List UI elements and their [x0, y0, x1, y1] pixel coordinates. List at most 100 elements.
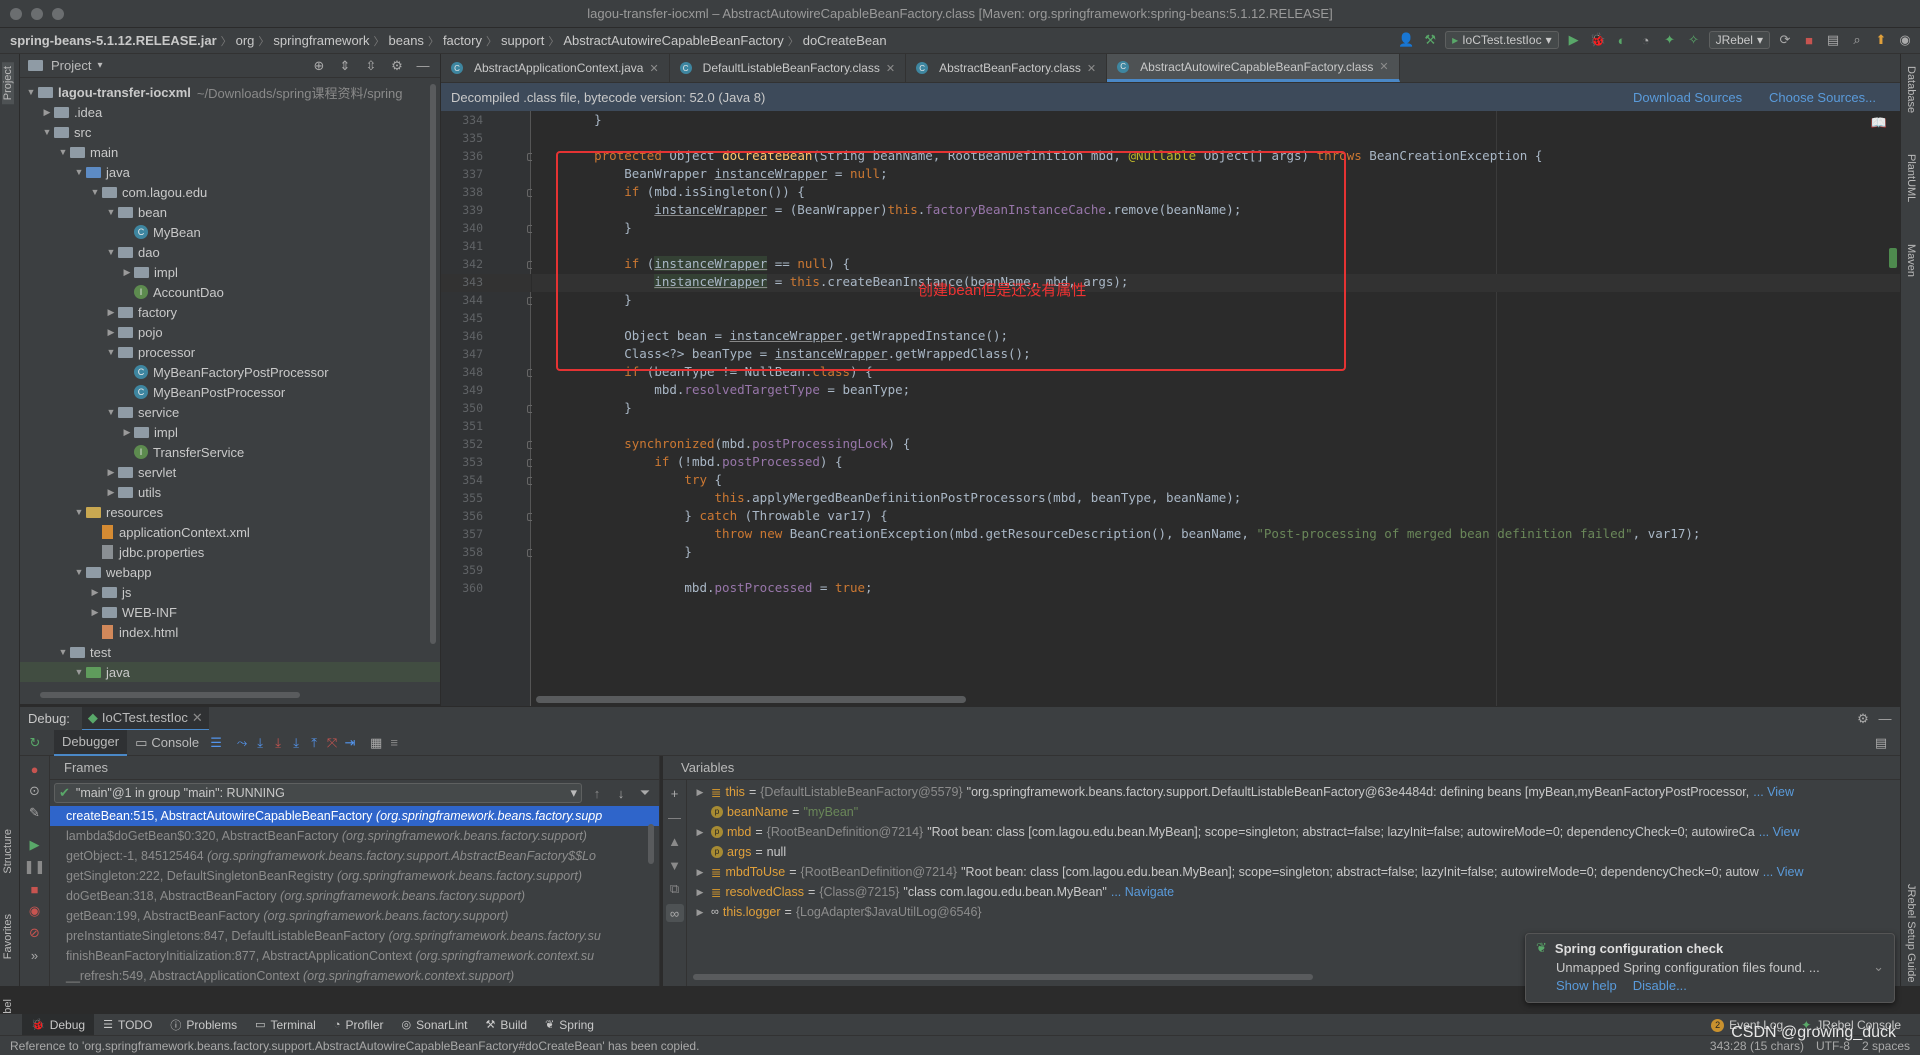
tree-item[interactable]: ▼ java — [20, 662, 440, 682]
profile-icon[interactable]: ◔ — [1637, 31, 1655, 49]
debug-session-tab[interactable]: ◆ IoCTest.testIoc ✕ — [81, 706, 209, 731]
variable-row[interactable]: ▶ ≣ this = {DefaultListableBeanFactory@557… — [693, 782, 1893, 802]
view-link[interactable]: ... Navigate — [1111, 885, 1174, 899]
step-over-icon[interactable]: ⤓ — [251, 734, 269, 752]
frame-down-icon[interactable]: ↓ — [612, 784, 630, 802]
stack-frame[interactable]: preInstantiateSingletons:847, DefaultLis… — [50, 926, 659, 946]
wrench-icon[interactable]: ✎ — [26, 804, 44, 822]
tree-item[interactable]: applicationContext.xml — [20, 522, 440, 542]
tree-item[interactable]: C MyBeanPostProcessor — [20, 382, 440, 402]
expand-all-icon[interactable]: ⇕ — [336, 57, 354, 75]
database-tool-tab[interactable]: Database — [1905, 66, 1917, 113]
frame-up-icon[interactable]: ↑ — [588, 784, 606, 802]
console-tab[interactable]: ▭ Console — [127, 735, 207, 751]
mute-breakpoints-icon[interactable]: ⊘ — [26, 924, 44, 942]
project-panel-title[interactable]: Project — [51, 58, 91, 73]
tree-item[interactable]: ▼ src — [20, 122, 440, 142]
bottom-tab[interactable]: ◎ SonarLint — [393, 1014, 477, 1036]
tree-item[interactable]: ▶ .idea — [20, 102, 440, 122]
tree-toggle-icon[interactable]: ▼ — [24, 87, 38, 97]
variable-row[interactable]: p beanName = "myBean" — [693, 802, 1893, 822]
expand-arrow-icon[interactable]: ▶ — [693, 787, 707, 798]
bottom-tab[interactable]: ⓘ Problems — [161, 1014, 246, 1036]
code-line[interactable]: throw new BeanCreationException(mbd.getR… — [564, 526, 1701, 541]
view-link[interactable]: ... View — [1763, 865, 1804, 879]
collapse-all-icon[interactable]: ⇳ — [362, 57, 380, 75]
expand-arrow-icon[interactable]: ▶ — [693, 827, 707, 838]
code-line[interactable]: mbd.postProcessed = true; — [564, 580, 872, 595]
tree-item[interactable]: jdbc.properties — [20, 542, 440, 562]
copy-watch-icon[interactable]: ⧉ — [666, 880, 684, 898]
show-help-link[interactable]: Show help — [1556, 978, 1617, 993]
view-breakpoints-icon[interactable]: ◉ — [26, 902, 44, 920]
variables-hscrollbar[interactable] — [693, 974, 1313, 980]
glasses-icon[interactable]: ∞ — [665, 904, 684, 922]
tree-item[interactable]: ▶ utils — [20, 482, 440, 502]
move-up-icon[interactable]: ▲ — [666, 832, 684, 850]
camera-icon[interactable]: ⊙ — [26, 782, 44, 800]
tree-toggle-icon[interactable]: ▶ — [104, 307, 118, 318]
build-hammer-icon[interactable]: ⚒ — [1421, 31, 1439, 49]
move-down-icon[interactable]: ▼ — [666, 856, 684, 874]
variable-row[interactable]: ▶ ≣ resolvedClass = {Class@7215} "class com… — [693, 882, 1893, 902]
evaluate-icon[interactable]: ▦ — [367, 734, 385, 752]
tree-toggle-icon[interactable]: ▼ — [56, 147, 70, 157]
tree-toggle-icon[interactable]: ▼ — [72, 167, 86, 177]
tree-item[interactable]: ▼ java — [20, 162, 440, 182]
close-icon[interactable]: ✕ — [1379, 60, 1388, 73]
tree-toggle-icon[interactable]: ▼ — [88, 187, 102, 197]
tree-toggle-icon[interactable]: ▼ — [56, 647, 70, 657]
expand-arrow-icon[interactable]: ▶ — [693, 907, 707, 918]
editor-tab[interactable]: C AbstractApplicationContext.java ✕ — [441, 54, 670, 82]
tree-toggle-icon[interactable]: ▼ — [104, 207, 118, 217]
locate-icon[interactable]: ⊕ — [310, 57, 328, 75]
stack-frame[interactable]: getObject:-1, 845125464 (org.springframe… — [50, 846, 659, 866]
bottom-tab[interactable]: ▭ Terminal — [246, 1014, 325, 1036]
tree-toggle-icon[interactable]: ▼ — [104, 407, 118, 417]
tree-toggle-icon[interactable]: ▼ — [40, 127, 54, 137]
editor-gutter[interactable]: 334 335 336 337 338 339 340 341 342 343 344 345 346 3… — [441, 111, 535, 706]
debug-icon[interactable]: 🐞 — [1589, 31, 1607, 49]
user-icon[interactable]: 👤 — [1397, 31, 1415, 49]
plantuml-tool-tab[interactable]: PlantUML — [1905, 154, 1917, 202]
tree-item[interactable]: ▶ pojo — [20, 322, 440, 342]
stack-frame[interactable]: __refresh:549, AbstractApplicationContex… — [50, 966, 659, 986]
view-link[interactable]: ... View — [1759, 825, 1800, 839]
thread-selector[interactable]: ✔ "main"@1 in group "main": RUNNING ▾ — [54, 783, 582, 803]
reader-mode-icon[interactable]: 📖 — [1870, 114, 1888, 132]
editor-hscrollbar[interactable] — [536, 696, 966, 703]
editor-tab[interactable]: C DefaultListableBeanFactory.class ✕ — [670, 54, 907, 82]
gear-icon[interactable]: ⚙ — [388, 57, 406, 75]
layout-icon[interactable]: ▤ — [1872, 734, 1890, 752]
filter-icon[interactable]: ⏷ — [636, 784, 654, 802]
tree-toggle-icon[interactable]: ▶ — [104, 467, 118, 478]
minimize-window-button[interactable] — [31, 8, 43, 20]
step-out-icon[interactable]: ⤒ — [305, 734, 323, 752]
breadcrumb-item[interactable]: doCreateBean — [799, 33, 891, 48]
frames-scrollbar[interactable] — [648, 824, 654, 864]
variable-row[interactable]: ▶ ≣ mbdToUse = {RootBeanDefinition@7214} "R… — [693, 862, 1893, 882]
breadcrumb-item[interactable]: factory — [439, 33, 486, 48]
breadcrumb-item[interactable]: org — [232, 33, 259, 48]
tree-item[interactable]: ▼ dao — [20, 242, 440, 262]
bottom-tab[interactable]: ❦ Spring — [536, 1014, 603, 1036]
maven-tool-tab[interactable]: Maven — [1905, 244, 1917, 277]
force-step-into-icon[interactable]: ⤓ — [287, 734, 305, 752]
coverage-icon[interactable]: ◐ — [1613, 31, 1631, 49]
tree-toggle-icon[interactable]: ▼ — [104, 247, 118, 257]
project-tool-tab[interactable]: Project — [2, 62, 14, 105]
tree-toggle-icon[interactable]: ▶ — [104, 487, 118, 498]
search-icon[interactable]: ⌕ — [1848, 31, 1866, 49]
structure-tool-tab[interactable]: Structure — [2, 829, 14, 874]
trace-icon[interactable]: ≡ — [385, 734, 403, 752]
editor-tab[interactable]: C AbstractBeanFactory.class ✕ — [906, 54, 1108, 82]
breadcrumb-item[interactable]: beans — [385, 33, 428, 48]
tree-toggle-icon[interactable]: ▶ — [120, 267, 134, 278]
resume-icon[interactable]: ▶ — [26, 836, 44, 854]
hide-panel-icon[interactable]: — — [1876, 710, 1894, 728]
gear-icon[interactable]: ⚙ — [1854, 710, 1872, 728]
stack-frame[interactable]: getBean:199, AbstractBeanFactory (org.sp… — [50, 906, 659, 926]
close-icon[interactable]: ✕ — [1087, 62, 1096, 75]
breadcrumb-item[interactable]: spring-beans-5.1.12.RELEASE.jar — [6, 33, 221, 48]
tree-toggle-icon[interactable]: ▶ — [88, 607, 102, 618]
